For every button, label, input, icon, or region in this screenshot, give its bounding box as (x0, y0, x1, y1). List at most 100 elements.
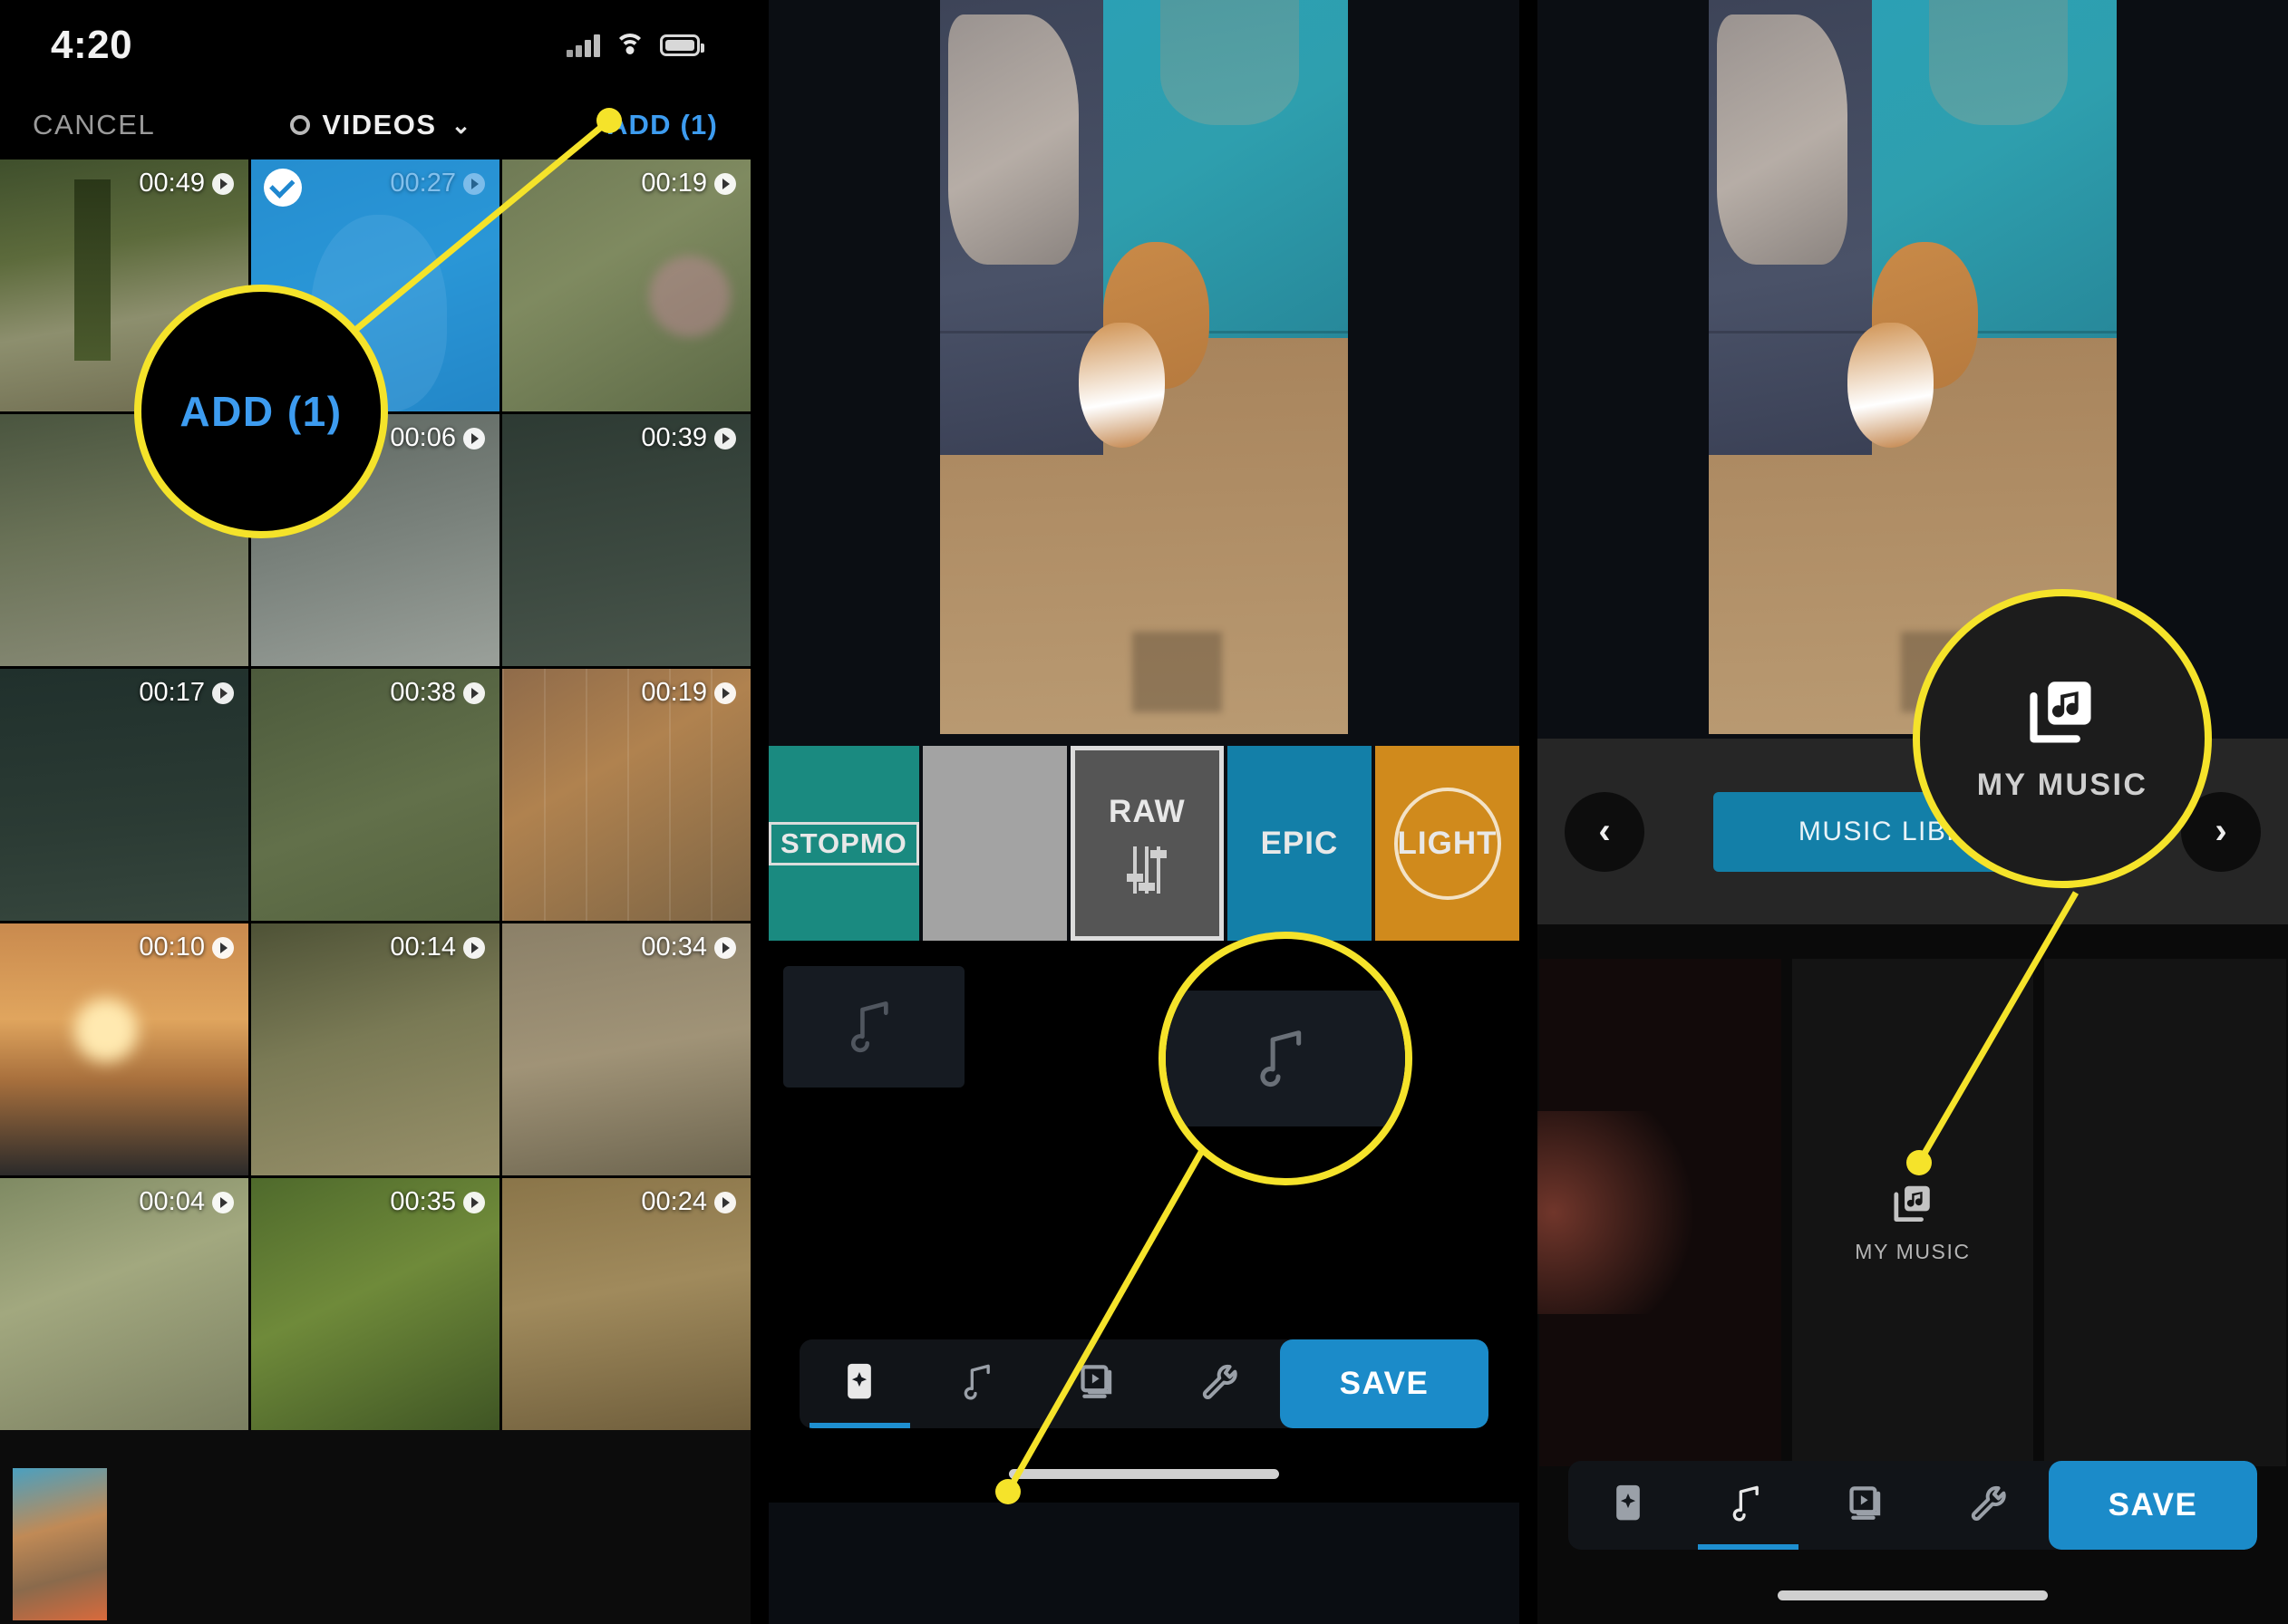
music-slot[interactable] (783, 966, 965, 1088)
video-grid-item[interactable]: 00:35 (251, 1178, 499, 1430)
filter-option[interactable] (922, 746, 1067, 941)
panel-divider (1519, 0, 1537, 1624)
music-note-icon (962, 1360, 998, 1408)
play-icon (714, 1191, 736, 1213)
toolbar-tab-wrench[interactable] (1160, 1339, 1281, 1428)
toolbar-tab-wrench[interactable] (1929, 1461, 2050, 1550)
video-grid-item[interactable]: 00:39 (502, 414, 751, 666)
video-grid-item[interactable]: 00:19 (502, 669, 751, 921)
toolbar-tab-filters-sparkle[interactable] (800, 1339, 920, 1428)
music-track-item[interactable] (2044, 959, 2287, 1466)
video-duration-label: 00:14 (390, 933, 456, 962)
video-duration-label: 00:19 (641, 678, 707, 707)
play-icon (212, 682, 234, 704)
toolbar-tab-music-note[interactable] (1689, 1461, 1809, 1550)
video-preview-area (769, 0, 1519, 746)
cellular-signal-icon (567, 34, 600, 57)
filters-editor-panel: STOPMO RAW EPIC LIGHT SAVE (769, 0, 1519, 1624)
video-grid-item[interactable]: 00:14 (251, 923, 499, 1175)
video-grid-item[interactable]: 00:10 (0, 923, 248, 1175)
gallery-title: VIDEOS (322, 109, 437, 140)
play-icon (463, 682, 485, 704)
clips-icon (1847, 1483, 1890, 1529)
filter-label: LIGHT (1397, 825, 1498, 861)
music-toolbar: SAVE (1568, 1461, 2257, 1550)
video-duration: 00:35 (390, 1187, 485, 1217)
video-grid-item[interactable]: 00:17 (0, 669, 248, 921)
battery-icon (660, 34, 704, 56)
save-button[interactable]: SAVE (2049, 1461, 2257, 1550)
prev-category-button[interactable]: ‹ (1565, 791, 1644, 872)
gear-icon (290, 115, 311, 135)
video-duration: 00:34 (641, 933, 736, 962)
callout-my-music: MY MUSIC (1913, 589, 2212, 888)
filter-option[interactable]: LIGHT (1374, 746, 1519, 941)
filter-label: RAW (1109, 793, 1186, 829)
gallery-footer: 0 PHOTOS 1 VIDEOS (0, 1430, 751, 1624)
wifi-icon (615, 34, 645, 57)
video-grid-item[interactable]: 00:19 (502, 160, 751, 411)
video-duration: 00:06 (390, 423, 485, 453)
music-note-icon (1260, 1030, 1302, 1088)
chevron-down-icon: ⌄ (451, 111, 472, 139)
screenshot-root: 4:20 CANCEL VIDEOS ⌄ ADD (1) 00:49 00:27 0… (0, 0, 2288, 1624)
preview-stool (1160, 0, 1299, 125)
callout-add-label: ADD (1) (179, 388, 343, 435)
gallery-source-dropdown[interactable]: VIDEOS ⌄ (290, 109, 471, 141)
play-icon (212, 172, 234, 195)
music-track-item-my-music[interactable]: MY MUSIC (1791, 959, 2034, 1466)
toolbar-tab-clips[interactable] (1808, 1461, 1929, 1550)
home-indicator (1778, 1590, 2048, 1600)
video-grid-item[interactable]: 00:04 (0, 1178, 248, 1430)
toolbar-tab-clips[interactable] (1040, 1339, 1160, 1428)
toolbar-tab-music-note[interactable] (920, 1339, 1041, 1428)
video-duration-label: 00:35 (390, 1187, 456, 1216)
video-duration: 00:17 (139, 678, 234, 708)
play-icon (463, 172, 485, 195)
play-icon (714, 427, 736, 450)
play-icon (463, 427, 485, 450)
preview-blanket (1717, 14, 1847, 265)
video-duration: 00:19 (641, 169, 736, 198)
filter-option[interactable]: STOPMO (769, 746, 919, 941)
play-icon (212, 1191, 234, 1213)
filter-option[interactable]: EPIC (1226, 746, 1372, 941)
music-body: MY MUSIC SAVE (1537, 924, 2288, 1624)
music-track-item[interactable] (1537, 959, 1781, 1466)
video-duration: 00:19 (641, 678, 736, 708)
video-duration-label: 00:04 (139, 1187, 205, 1216)
panel-divider (751, 0, 769, 1624)
video-grid-item[interactable]: 00:34 (502, 923, 751, 1175)
my-music-entry[interactable]: MY MUSIC (1855, 1182, 1970, 1264)
my-music-label: MY MUSIC (1855, 1240, 1971, 1264)
adjust-sliders-icon (1127, 846, 1168, 894)
play-icon (714, 172, 736, 195)
video-duration: 00:14 (390, 933, 485, 962)
video-duration-label: 00:39 (641, 423, 707, 452)
home-indicator (1009, 1469, 1279, 1479)
callout-music-slot (1166, 991, 1405, 1126)
video-duration: 00:49 (139, 169, 234, 198)
preview-dog-head (1079, 323, 1165, 449)
play-icon (463, 936, 485, 959)
cancel-button[interactable]: CANCEL (33, 109, 155, 141)
video-preview[interactable] (940, 0, 1348, 734)
toolbar-tab-filters-sparkle[interactable] (1568, 1461, 1689, 1550)
video-duration-label: 00:19 (641, 169, 707, 198)
video-duration-label: 00:06 (390, 423, 456, 452)
filter-label: EPIC (1260, 825, 1339, 861)
callout-music-tab (1159, 932, 1412, 1185)
status-icons (567, 34, 704, 57)
video-duration: 00:38 (390, 678, 485, 708)
clips-icon (1078, 1361, 1121, 1407)
filters-sparkle-icon (1608, 1482, 1648, 1530)
video-grid-item[interactable]: 00:38 (251, 669, 499, 921)
save-button[interactable]: SAVE (1280, 1339, 1488, 1428)
filter-strip: STOPMO RAW EPIC LIGHT (769, 746, 1519, 941)
video-grid-item[interactable]: 00:24 (502, 1178, 751, 1430)
add-button[interactable]: ADD (1) (607, 109, 718, 141)
callout-my-music-label: MY MUSIC (1976, 767, 2148, 802)
selected-video-thumbnail[interactable] (13, 1468, 107, 1620)
video-duration-label: 00:38 (390, 678, 456, 707)
filter-option[interactable]: RAW (1070, 746, 1224, 941)
